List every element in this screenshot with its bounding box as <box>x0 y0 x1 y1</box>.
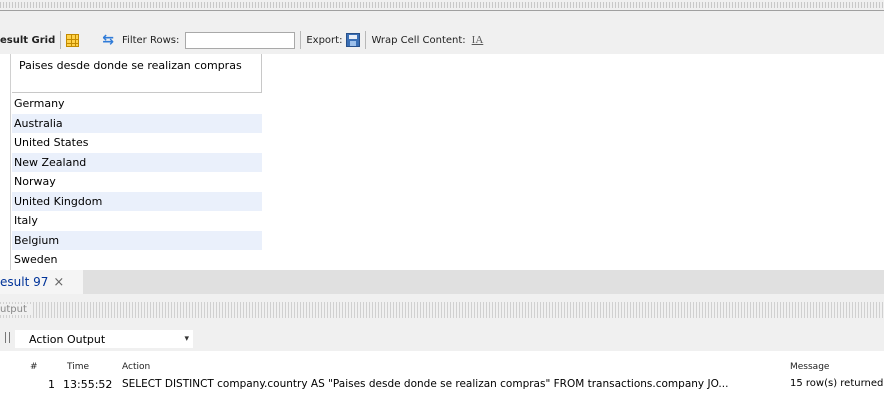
column-header-action[interactable]: Action <box>122 362 150 372</box>
filter-rows-label: Filter Rows: <box>122 34 180 46</box>
wrap-text-icon[interactable]: IA <box>472 34 484 46</box>
result-grid-toolbar: esult Grid ⇆ Filter Rows: Export: Wrap C… <box>0 27 884 53</box>
result-grid-label[interactable]: esult Grid <box>0 35 55 46</box>
table-row[interactable]: Belgium <box>12 230 262 250</box>
output-row-num: 1 <box>48 378 55 391</box>
row-gutter[interactable] <box>0 54 11 270</box>
toolbar-separator <box>84 31 85 49</box>
table-row[interactable]: United Kingdom <box>12 191 262 211</box>
table-row[interactable]: Australia <box>12 113 262 133</box>
export-icon[interactable] <box>346 33 361 47</box>
panel-toggle-icon[interactable] <box>5 332 10 343</box>
refresh-icon[interactable]: ⇆ <box>102 33 114 47</box>
column-header-num[interactable]: # <box>30 362 38 372</box>
toolbar-separator <box>300 31 302 49</box>
chevron-down-icon: ▾ <box>184 334 189 344</box>
table-row[interactable]: United States <box>12 133 262 153</box>
table-row[interactable]: Italy <box>12 211 262 231</box>
export-label: Export: <box>306 34 343 46</box>
output-row-message: 15 row(s) returned <box>790 378 884 389</box>
grid-layout-icon[interactable] <box>66 33 80 47</box>
close-icon[interactable]: × <box>53 275 64 290</box>
toolbar-separator <box>365 31 367 49</box>
output-row-time: 13:55:52 <box>63 378 113 391</box>
table-row[interactable]: Germany <box>12 94 262 114</box>
output-header-label: utput <box>0 304 31 315</box>
toolbar-separator <box>60 31 62 49</box>
top-splitter[interactable] <box>0 2 884 8</box>
column-header[interactable]: Paises desde donde se realizan compras <box>12 54 262 93</box>
table-row[interactable]: Sweden <box>12 250 262 270</box>
output-panel-header[interactable]: utput <box>0 302 884 318</box>
output-panel: Action Output ▾ # Time Action Message 1 … <box>0 327 884 394</box>
tab-result-97[interactable]: esult 97 × <box>0 270 83 294</box>
wrap-cell-content-label: Wrap Cell Content: <box>371 34 466 46</box>
tab-label: esult 97 <box>0 275 49 289</box>
output-row-action[interactable]: SELECT DISTINCT company.country AS "Pais… <box>122 378 782 390</box>
output-type-value: Action Output <box>29 333 106 346</box>
column-header-time[interactable]: Time <box>67 362 89 372</box>
filter-rows-input[interactable] <box>185 31 296 49</box>
output-type-select[interactable]: Action Output ▾ <box>14 329 194 349</box>
column-header-message[interactable]: Message <box>790 362 829 372</box>
result-tab-bar: esult 97 × <box>0 270 884 294</box>
table-row[interactable]: New Zealand <box>12 152 262 172</box>
divider <box>0 10 884 11</box>
output-toolbar: Action Output ▾ <box>0 327 884 351</box>
table-row[interactable]: Norway <box>12 172 262 192</box>
result-grid[interactable]: Paises desde donde se realizan compras G… <box>0 54 884 270</box>
